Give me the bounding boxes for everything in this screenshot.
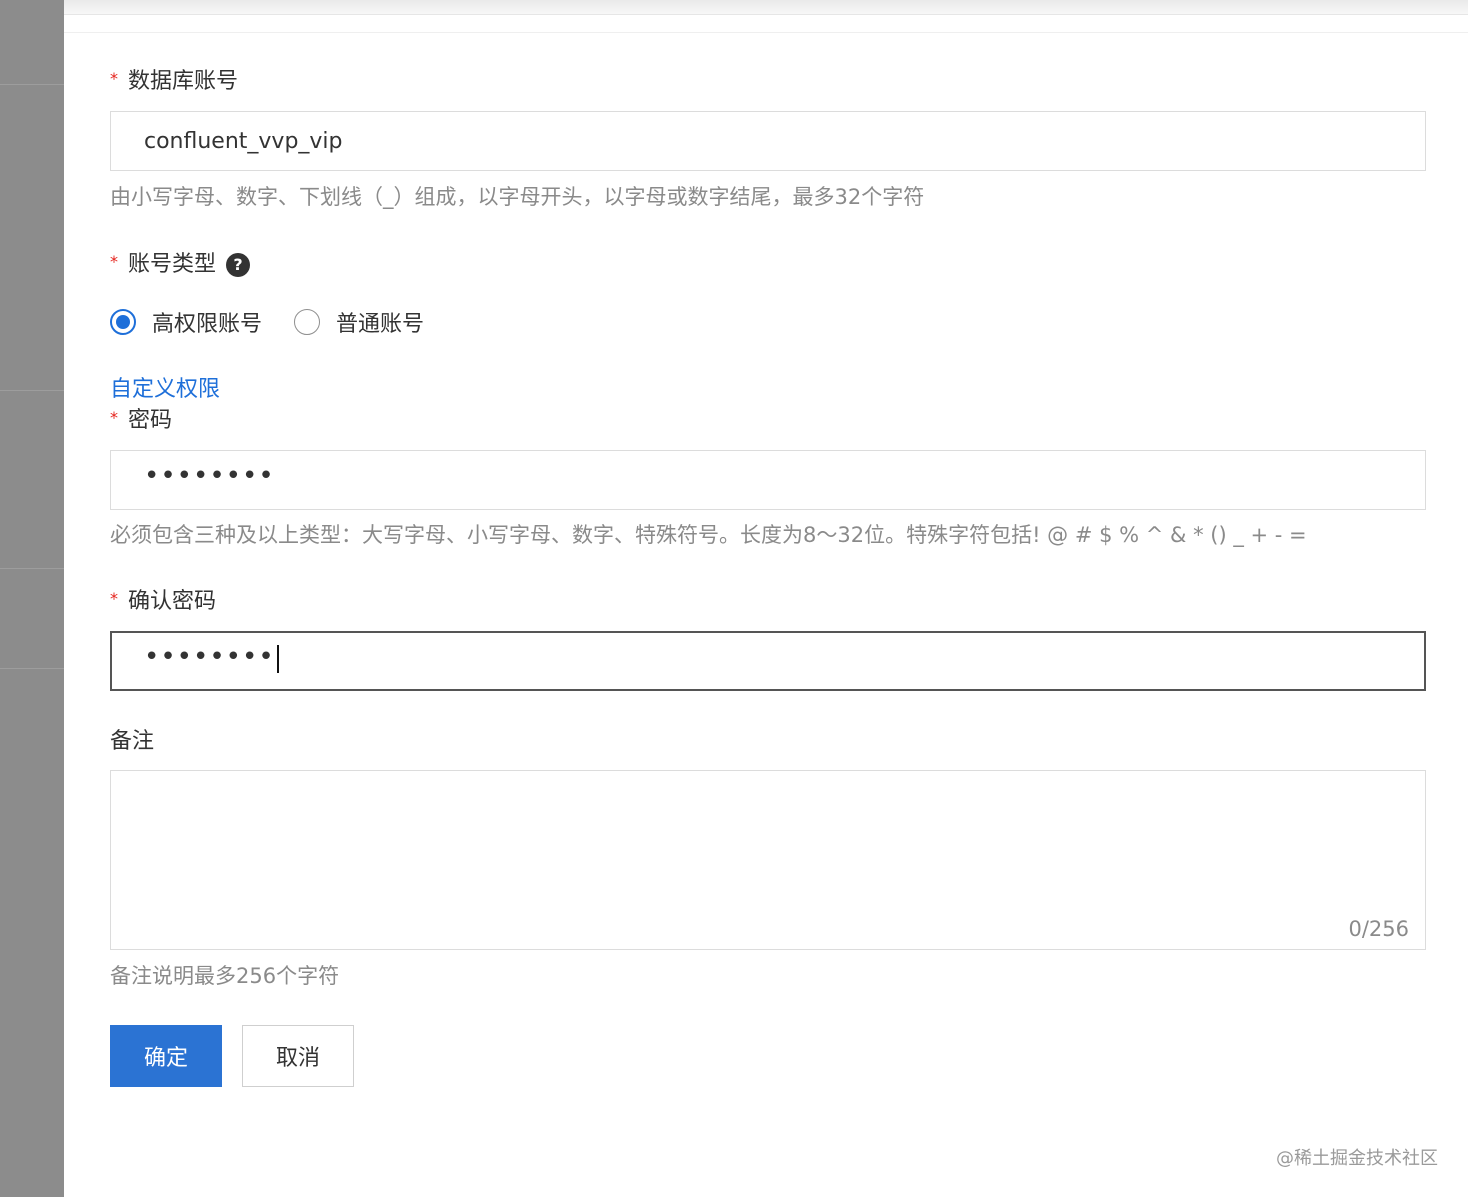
confirm-password-masked-value: ••••••••	[144, 642, 275, 672]
remark-label-text: 备注	[110, 729, 155, 754]
account-hint: 由小写字母、数字、下划线（_）组成，以字母开头，以字母或数字结尾，最多32个字符	[110, 185, 925, 209]
account-input-value: confluent_vvp_vip	[144, 128, 343, 154]
custom-permission-link[interactable]: 自定义权限	[110, 376, 220, 404]
required-mark: *	[110, 589, 118, 608]
radio-checked-icon[interactable]	[110, 309, 136, 335]
cancel-button[interactable]: 取消	[242, 1025, 354, 1087]
overlay-divider	[0, 390, 64, 391]
password-label-text: 密码	[128, 408, 173, 433]
account-type-label: * 账号类型 ?	[110, 251, 251, 279]
text-caret	[276, 645, 279, 673]
radio-label: 普通账号	[336, 312, 425, 337]
confirm-password-input[interactable]: ••••••••	[110, 631, 1426, 691]
password-hint: 必须包含三种及以上类型：大写字母、小写字母、数字、特殊符号。长度为8～32位。特…	[110, 523, 1307, 547]
remark-label: 备注	[110, 728, 154, 756]
account-input[interactable]: confluent_vvp_vip	[110, 111, 1426, 171]
confirm-password-label-text: 确认密码	[128, 589, 217, 614]
watermark: @稀土掘金技术社区	[1276, 1148, 1438, 1169]
radio-normal-account[interactable]: 普通账号	[294, 306, 424, 338]
password-masked-value: ••••••••	[144, 461, 275, 491]
account-label: * 数据库账号	[110, 68, 238, 96]
radio-unchecked-icon[interactable]	[294, 309, 321, 335]
overlay-divider	[0, 668, 64, 669]
overlay-divider	[0, 84, 64, 85]
confirm-password-label: * 确认密码	[110, 588, 216, 616]
background-overlay	[0, 0, 64, 1197]
remark-char-counter: 0/256	[1348, 917, 1409, 941]
required-mark: *	[110, 408, 118, 427]
password-label: * 密码	[110, 407, 172, 435]
required-mark: *	[110, 69, 118, 88]
account-type-radio-group: 高权限账号 普通账号	[110, 306, 456, 338]
panel-header-strip	[64, 0, 1468, 14]
remark-textarea[interactable]: 0/256	[110, 770, 1426, 950]
help-icon[interactable]: ?	[226, 253, 251, 277]
account-type-label-text: 账号类型	[128, 252, 217, 277]
overlay-divider	[0, 568, 64, 569]
required-mark: *	[110, 252, 118, 271]
confirm-button[interactable]: 确定	[110, 1025, 222, 1087]
account-label-text: 数据库账号	[128, 69, 239, 94]
remark-hint: 备注说明最多256个字符	[110, 964, 340, 988]
radio-label: 高权限账号	[152, 312, 263, 337]
password-input[interactable]: ••••••••	[110, 450, 1426, 510]
panel-divider	[64, 32, 1468, 33]
radio-privileged-account[interactable]: 高权限账号	[110, 306, 262, 338]
